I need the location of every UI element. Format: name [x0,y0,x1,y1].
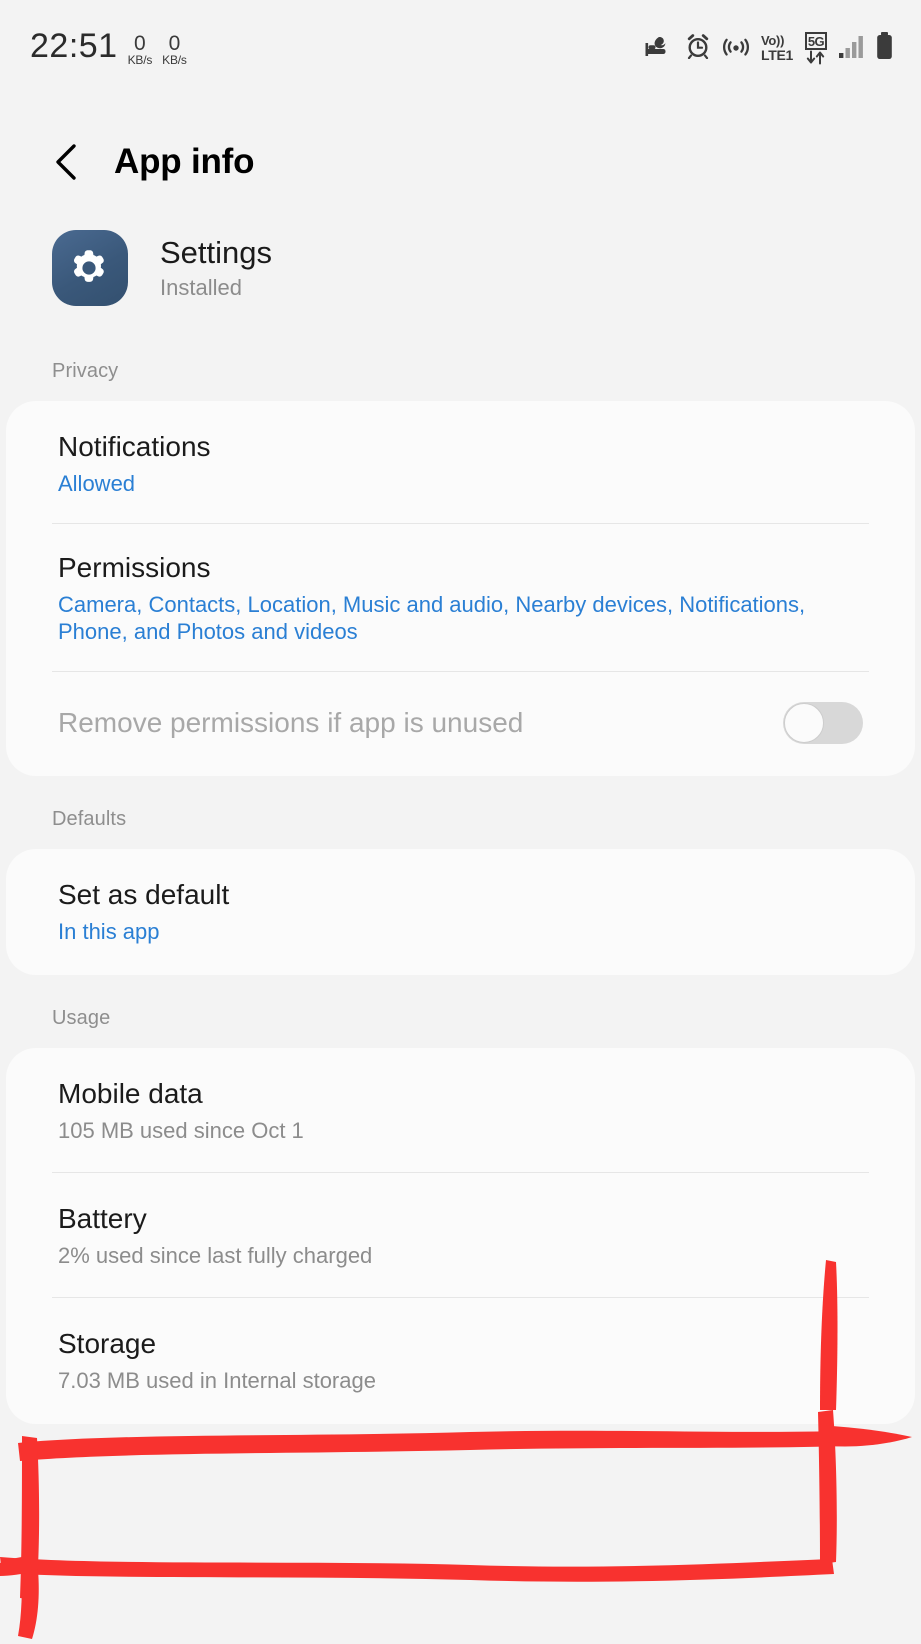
network-speed-down-unit: KB/s [162,53,187,67]
row-battery-subtitle: 2% used since last fully charged [58,1243,373,1268]
network-speed-up-unit: KB/s [127,53,153,67]
section-header-defaults: Defaults [52,808,127,830]
row-battery-texts: Battery 2% used since last fully charged [58,1203,372,1269]
row-remove-permissions: Remove permissions if app is unused [6,672,915,776]
app-name: Settings [160,235,273,270]
back-chevron-icon [56,144,76,180]
network-speed-down: 0 KB/s [162,32,187,67]
volte-top-label: Vo)) [761,32,785,48]
row-storage-texts: Storage 7.03 MB used in Internal storage [58,1328,376,1394]
usage-card: Mobile data 105 MB used since Oct 1 Batt… [6,1048,915,1424]
settings-app-icon [52,230,128,306]
row-remove-permissions-title: Remove permissions if app is unused [58,707,524,738]
app-meta: Settings Installed [160,235,273,301]
remove-permissions-toggle[interactable] [783,702,863,744]
hotspot-icon [722,33,750,64]
privacy-card: Notifications Allowed Permissions Camera… [6,401,915,776]
row-notifications[interactable]: Notifications Allowed [6,401,915,523]
row-set-as-default-texts: Set as default In this app [58,879,229,945]
5g-data-icon: 5G [804,31,828,65]
app-install-status: Installed [160,275,242,300]
row-battery-title: Battery [58,1203,147,1234]
status-bar-icons: Vo)) LTE1 5G [644,31,893,65]
page-title: App info [114,142,255,181]
battery-icon [876,31,893,65]
app-bar: App info [0,96,921,182]
network-type-label: 5G [804,31,828,50]
row-storage[interactable]: Storage 7.03 MB used in Internal storage [6,1298,915,1424]
row-notifications-title: Notifications [58,431,211,462]
sleep-mode-icon [644,34,674,63]
volte-bottom-label: LTE1 [761,46,793,63]
back-button[interactable] [44,140,88,184]
row-set-as-default-title: Set as default [58,879,230,910]
row-permissions-texts: Permissions Camera, Contacts, Location, … [58,552,818,645]
row-storage-title: Storage [58,1328,157,1359]
row-set-as-default-subtitle: In this app [58,919,160,944]
defaults-card: Set as default In this app [6,849,915,975]
row-set-as-default[interactable]: Set as default In this app [6,849,915,975]
row-permissions-title: Permissions [58,552,211,583]
row-battery[interactable]: Battery 2% used since last fully charged [6,1173,915,1297]
row-remove-permissions-texts: Remove permissions if app is unused [58,707,523,739]
row-mobile-data-title: Mobile data [58,1078,203,1109]
network-speed-up: 0 KB/s [127,32,153,67]
status-bar: 22:51 0 KB/s 0 KB/s Vo)) LTE1 5G [0,0,921,96]
data-transfer-arrows-icon [806,50,825,64]
gear-icon [73,250,104,282]
toggle-knob [784,703,824,743]
row-mobile-data[interactable]: Mobile data 105 MB used since Oct 1 [6,1048,915,1172]
row-permissions[interactable]: Permissions Camera, Contacts, Location, … [6,524,915,671]
row-permissions-subtitle: Camera, Contacts, Location, Music and au… [58,592,806,644]
status-bar-clock: 22:51 [30,27,118,65]
app-identity: Settings Installed [0,182,921,306]
alarm-clock-icon [685,33,711,64]
row-mobile-data-subtitle: 105 MB used since Oct 1 [58,1118,304,1143]
signal-bars-icon [839,34,865,63]
network-speed-down-value: 0 [168,32,181,55]
row-notifications-subtitle: Allowed [58,471,136,496]
section-header-usage: Usage [52,1007,111,1029]
section-header-privacy: Privacy [52,360,119,382]
row-storage-subtitle: 7.03 MB used in Internal storage [58,1368,376,1393]
volte-icon: Vo)) LTE1 [761,32,793,63]
status-bar-left: 22:51 0 KB/s 0 KB/s [30,27,187,67]
network-speed-up-value: 0 [134,32,146,55]
row-mobile-data-texts: Mobile data 105 MB used since Oct 1 [58,1078,304,1144]
row-notifications-texts: Notifications Allowed [58,431,211,497]
